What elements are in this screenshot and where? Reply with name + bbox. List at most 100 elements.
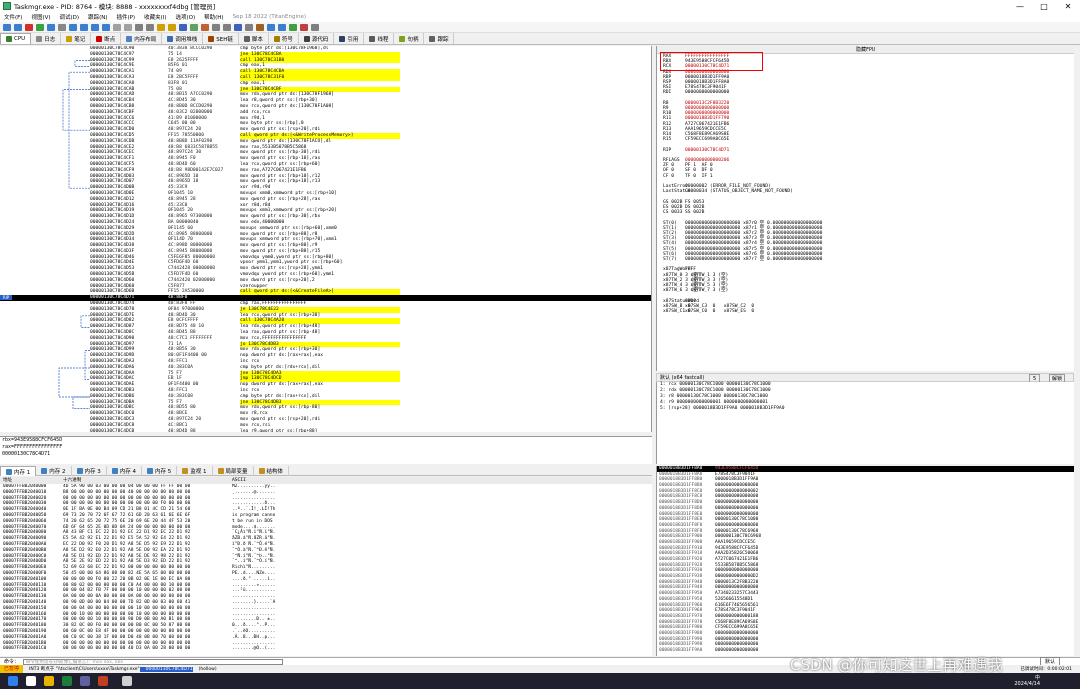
tab-13[interactable]: 跟踪 <box>424 33 455 44</box>
tab-icon <box>66 35 73 42</box>
tab-4[interactable]: 内存布局 <box>121 33 163 44</box>
tab-5[interactable]: 调用堆栈 <box>162 33 204 44</box>
toolbar-icon[interactable] <box>80 23 88 31</box>
toolbar-icon[interactable] <box>14 23 22 31</box>
toolbar-icon[interactable] <box>212 23 220 31</box>
toolbar-icon[interactable] <box>58 23 66 31</box>
close-button[interactable]: ✕ <box>1056 2 1080 11</box>
stack-value: 0000000000000000 <box>715 648 759 653</box>
menu-help[interactable]: 帮助(H) <box>204 13 223 21</box>
toolbar-icon[interactable] <box>201 23 209 31</box>
tab-icon <box>41 468 48 474</box>
menu-trace[interactable]: 跟踪(N) <box>88 13 107 21</box>
tab-3[interactable]: 断点 <box>91 33 122 44</box>
menu-file[interactable]: 文件(F) <box>4 13 22 21</box>
toolbar-icon[interactable] <box>256 23 264 31</box>
dump-tab-5[interactable]: 监视 1 <box>177 466 213 476</box>
toolbar-icon[interactable] <box>157 23 165 31</box>
menu-debug[interactable]: 调试(D) <box>60 13 80 21</box>
register-name: RDI <box>663 90 672 96</box>
tab-icon <box>167 35 174 42</box>
toolbar-icon[interactable] <box>278 23 286 31</box>
terminal-icon[interactable] <box>122 676 132 686</box>
dump-tab-7[interactable]: 结构体 <box>254 466 290 476</box>
toolbar-icon[interactable] <box>69 23 77 31</box>
tab-10[interactable]: 引用 <box>334 33 365 44</box>
toolbar-icon[interactable] <box>234 23 242 31</box>
toolbar-icon[interactable] <box>267 23 275 31</box>
disasm-row[interactable]: 00000130C78C4DCB 48:8D4D 88 lea r9,qword p… <box>0 429 651 432</box>
toolbar-icon[interactable] <box>146 23 154 31</box>
tray-clock[interactable]: 中 2024/4/14 <box>1014 675 1040 687</box>
dump-row[interactable]: 00007FFBB20401C0 00 00 00 00 00 00 00 00 … <box>0 646 652 652</box>
toolbar-icon[interactable] <box>311 23 319 31</box>
toolbar-icon[interactable] <box>91 23 99 31</box>
tab-icon <box>217 468 224 474</box>
toolbar-icon[interactable] <box>300 23 308 31</box>
tab-label: 源代码 <box>311 36 329 43</box>
toolbar-icon[interactable] <box>36 23 44 31</box>
dump-tab-6[interactable]: 局部变量 <box>213 466 254 476</box>
dump-tab-label: 内存 4 <box>119 469 136 475</box>
stack-row[interactable]: 0000018B3D1FF9A0 0000000000000000 <box>657 648 1074 654</box>
dump-tab-4[interactable]: 内存 5 <box>142 466 178 476</box>
dump-tab-1[interactable]: 内存 2 <box>36 466 72 476</box>
dump-tab-3[interactable]: 内存 4 <box>107 466 142 476</box>
app-icon-taskbar[interactable] <box>80 676 90 686</box>
command-input[interactable]: 命令使用逗号分隔(像汇编语言)：mov eax, ebx <box>23 658 284 665</box>
toolbar-icon[interactable] <box>289 23 297 31</box>
toolbar-icon[interactable] <box>223 23 231 31</box>
title-bar: Taskmgr.exe - PID: 8764 - 模块: 8888 - xxx… <box>0 0 1080 12</box>
menu-view[interactable]: 视图(V) <box>31 13 50 21</box>
toolbar-icon[interactable] <box>168 23 176 31</box>
menu-favourites[interactable]: 收藏夹(I) <box>144 13 166 21</box>
call-args-panel: 1: rcx 00000130C78C1000 00000130C78C1000… <box>656 382 1074 464</box>
call-convention-select[interactable]: 默认 (x64 fastcall) <box>660 375 704 381</box>
memory-dump[interactable]: 00007FFBB2040000 4D 5A 90 00 03 00 00 00 … <box>0 484 652 656</box>
maximize-button[interactable]: □ <box>1032 2 1056 11</box>
tab-11[interactable]: 线程 <box>364 33 395 44</box>
dump-col-ascii: ASCII <box>232 478 246 483</box>
disassembly-view[interactable]: 00000130C78C4C90 40:3838 8CCC0290 cmp byte… <box>0 46 652 432</box>
tab-12[interactable]: 句柄 <box>394 33 425 44</box>
tab-icon <box>96 35 103 42</box>
dump-tabs: 内存 1 内存 2 内存 3 内存 4 内存 5 监视 1 局部变量 结构体 <box>0 466 652 476</box>
instr-address: 00000130C78C4DCB <box>90 428 135 432</box>
search-icon[interactable] <box>26 676 36 686</box>
arg-line: 5: [rsp+28] 0000018B3D1FF9A0 0000018B3D1… <box>660 406 785 411</box>
toolbar-icon[interactable] <box>190 23 198 31</box>
toolbar-icon[interactable] <box>25 23 33 31</box>
tab-9[interactable]: 源代码 <box>299 33 335 44</box>
toolbar-icon[interactable] <box>135 23 143 31</box>
dump-tab-0[interactable]: 内存 1 <box>0 466 37 476</box>
dump-tab-label: 内存 3 <box>84 469 101 475</box>
tab-0[interactable]: CPU <box>0 33 32 44</box>
file-explorer-icon[interactable] <box>44 676 54 686</box>
stack-view[interactable]: 0000018B3D1FF8A0 943E9588CFCF645D 0000018B… <box>656 466 1074 656</box>
register-row[interactable]: x87SW_C1 0x87SW_C0 0 x87SW_ES 0 <box>657 309 1074 314</box>
tab-8[interactable]: 符号 <box>269 33 299 44</box>
dump-tab-2[interactable]: 内存 3 <box>72 466 107 476</box>
toolbar-icon[interactable] <box>124 23 132 31</box>
tab-1[interactable]: 日志 <box>31 33 62 44</box>
tab-2[interactable]: 笔记 <box>61 33 92 44</box>
tab-7[interactable]: 脚本 <box>239 33 269 44</box>
toolbar-icon[interactable] <box>3 23 11 31</box>
tab-6[interactable]: SEH链 <box>203 33 239 44</box>
toolbar-icon[interactable] <box>113 23 121 31</box>
toolbar-icon[interactable] <box>245 23 253 31</box>
minimize-button[interactable]: — <box>1008 2 1032 11</box>
menu-options[interactable]: 选项(O) <box>176 13 196 21</box>
toolbar-icon[interactable] <box>179 23 187 31</box>
toolbar-icon[interactable] <box>102 23 110 31</box>
instr-text: lea r9,qword ptr ss:[rbp+88] <box>240 428 318 432</box>
registers-panel[interactable]: 隐藏FPU RAX FFFFFFFFFFFFFFFF RBX 943E9588CFCF… <box>656 46 1074 371</box>
edge-icon[interactable] <box>62 676 72 686</box>
windows-start-icon[interactable] <box>8 676 18 686</box>
menu-plugins[interactable]: 插件(P) <box>116 13 135 21</box>
debugger-taskbar-icon[interactable] <box>98 676 108 686</box>
dump-tab-label: 局部变量 <box>225 469 248 475</box>
toolbar-icon[interactable] <box>47 23 55 31</box>
tab-label: 脚本 <box>251 36 263 43</box>
status-text: INT3 断点于 "\\tsclient\C\Users\xxxx\Taskmg… <box>29 667 140 672</box>
